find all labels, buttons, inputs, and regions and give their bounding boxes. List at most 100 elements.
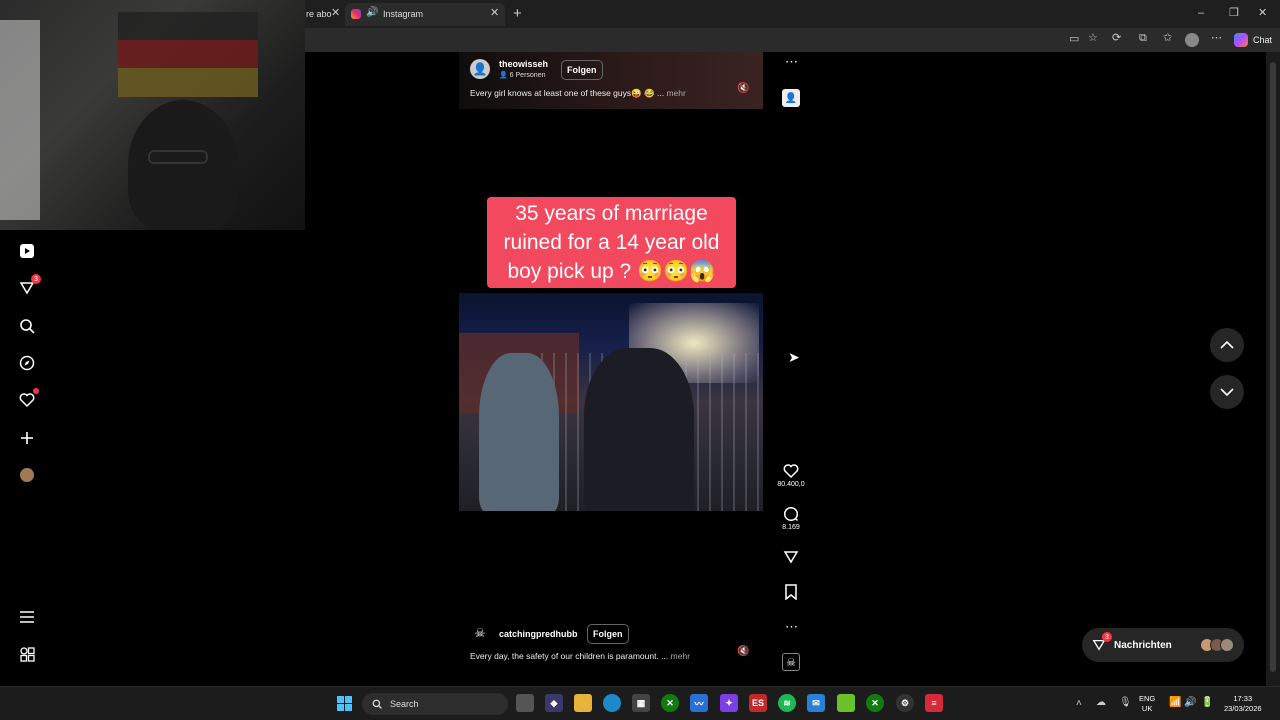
app-icon[interactable]: ⚙: [896, 694, 914, 712]
profile-avatar[interactable]: [1185, 33, 1199, 47]
audio-thumbnail-icon[interactable]: 👤: [782, 89, 800, 107]
speaker-icon[interactable]: 🔊: [366, 8, 378, 18]
app-icon[interactable]: [837, 694, 855, 712]
comments-count: 8.169: [782, 524, 800, 531]
heart-notifications-icon[interactable]: [17, 388, 39, 410]
webcam-glasses: [148, 150, 208, 164]
close-window-button[interactable]: ✕: [1258, 8, 1267, 19]
task-view-icon[interactable]: [516, 694, 534, 712]
search-icon[interactable]: [17, 316, 37, 336]
like-action[interactable]: 80.400,0: [777, 463, 805, 488]
video-overlay-caption: 35 years of marriage ruined for a 14 yea…: [487, 197, 736, 288]
xbox-app-icon[interactable]: ✕: [866, 694, 884, 712]
edge-browser-icon[interactable]: [603, 694, 621, 712]
refresh-icon[interactable]: ⟳: [1112, 33, 1121, 44]
audio-thumbnail-icon[interactable]: ☠: [782, 653, 800, 671]
split-screen-icon[interactable]: ⧉: [1139, 33, 1147, 44]
profile-avatar-icon[interactable]: [17, 465, 37, 485]
clock[interactable]: 17:33 23/03/2026: [1224, 694, 1262, 714]
messenger-icon[interactable]: 3: [17, 274, 41, 298]
file-explorer-icon[interactable]: [574, 694, 592, 712]
copilot-icon[interactable]: [1234, 33, 1248, 47]
clock-date: 23/03/2026: [1224, 704, 1262, 713]
wifi-icon[interactable]: 📶: [1169, 698, 1181, 708]
save-bookmark-icon[interactable]: [781, 584, 801, 600]
volume-icon[interactable]: 🔊: [1184, 698, 1196, 708]
close-tab-icon[interactable]: ✕: [331, 8, 340, 19]
maximize-button[interactable]: ❐: [1229, 8, 1239, 19]
tab-previous-label[interactable]: re abo: [306, 9, 332, 19]
next-reel-button[interactable]: [1210, 375, 1244, 409]
more-menu-icon[interactable]: ⋯: [1211, 33, 1222, 44]
explore-compass-icon[interactable]: [17, 353, 37, 373]
new-tab-button[interactable]: +: [513, 6, 522, 21]
author-avatar[interactable]: ☠: [470, 623, 490, 643]
webcam-overlay: [0, 0, 305, 230]
microphone-icon[interactable]: 🎙: [1119, 698, 1132, 708]
previous-reel-button[interactable]: [1210, 328, 1244, 362]
share-send-icon[interactable]: [781, 549, 801, 565]
follow-button[interactable]: Folgen: [561, 60, 603, 80]
comment-action[interactable]: 8.169: [781, 506, 801, 531]
reel-card[interactable]: 35 years of marriage ruined for a 14 yea…: [459, 131, 763, 673]
notifications-badge: 3: [31, 274, 41, 284]
chevron-up-icon: [1220, 340, 1234, 349]
create-plus-icon[interactable]: [17, 428, 37, 448]
mail-icon[interactable]: ✉: [807, 694, 825, 712]
scrollbar-thumb[interactable]: [1270, 62, 1276, 672]
instagram-favicon-icon: [351, 9, 361, 19]
likes-count: 80.400,0: [777, 481, 805, 488]
taskbar-search[interactable]: Search: [362, 693, 508, 715]
more-options-icon[interactable]: ⋯: [785, 54, 798, 70]
minimize-button[interactable]: –: [1198, 8, 1204, 19]
messages-button[interactable]: 3 Nachrichten: [1082, 628, 1244, 662]
contact-avatar: [1220, 638, 1234, 652]
onedrive-icon[interactable]: ☁: [1096, 698, 1106, 708]
more-link[interactable]: mehr: [671, 651, 690, 661]
page-scrollbar[interactable]: [1266, 52, 1280, 686]
start-button[interactable]: [337, 696, 352, 711]
favorite-star-icon[interactable]: ☆: [1088, 33, 1098, 44]
reel-video[interactable]: [459, 293, 763, 511]
author-name[interactable]: theowisseh: [499, 59, 548, 69]
tray-chevron-up-icon[interactable]: ˄: [1076, 699, 1082, 709]
menu-hamburger-icon[interactable]: [17, 607, 37, 627]
author-avatar[interactable]: 👤: [470, 59, 490, 79]
app-icon[interactable]: ◆: [545, 694, 563, 712]
close-tab-icon[interactable]: ✕: [490, 8, 499, 19]
clock-time: 17:33: [1233, 694, 1253, 703]
description-text: Every day, the safety of our children is…: [470, 651, 669, 661]
author-name[interactable]: catchingpredhubb: [499, 629, 578, 639]
mute-icon[interactable]: 🔇: [737, 84, 749, 94]
viewers-label: 6 Personen: [509, 72, 546, 79]
comment-icon: [783, 506, 799, 522]
messenger-icon: 3: [1092, 632, 1112, 652]
follow-button[interactable]: Folgen: [587, 624, 629, 644]
app-icon[interactable]: ES: [749, 694, 767, 712]
mouse-cursor-icon: ➤: [788, 349, 800, 365]
search-placeholder: Search: [390, 699, 419, 709]
tab-instagram-label: Instagram: [383, 9, 424, 19]
reels-icon[interactable]: [17, 241, 37, 261]
reader-view-icon[interactable]: ▭: [1069, 34, 1079, 45]
app-icon[interactable]: ✦: [720, 694, 738, 712]
mute-icon[interactable]: 🔇: [737, 647, 749, 657]
battery-icon[interactable]: 🔋: [1201, 698, 1213, 708]
messages-label: Nachrichten: [1114, 639, 1172, 651]
chat-button[interactable]: Chat: [1253, 35, 1272, 45]
language-indicator[interactable]: ENG UK: [1139, 694, 1155, 714]
app-icon[interactable]: ≡: [925, 694, 943, 712]
favorites-icon[interactable]: ✩: [1163, 33, 1172, 44]
heart-icon: [783, 464, 799, 479]
more-link[interactable]: mehr: [666, 88, 685, 98]
store-icon[interactable]: ▦: [632, 694, 650, 712]
more-apps-icon[interactable]: [17, 644, 37, 664]
spotify-icon[interactable]: ≋: [778, 694, 796, 712]
notification-dot: [33, 388, 39, 394]
xbox-icon[interactable]: ✕: [661, 694, 679, 712]
lang-code: ENG: [1139, 694, 1156, 703]
reel-card[interactable]: 👤 theowisseh 👤 6 Personen Folgen Every g…: [459, 52, 763, 109]
description-text: Every girl knows at least one of these g…: [470, 88, 665, 98]
app-icon[interactable]: 〰: [690, 694, 708, 712]
more-options-icon[interactable]: ⋯: [785, 619, 798, 635]
